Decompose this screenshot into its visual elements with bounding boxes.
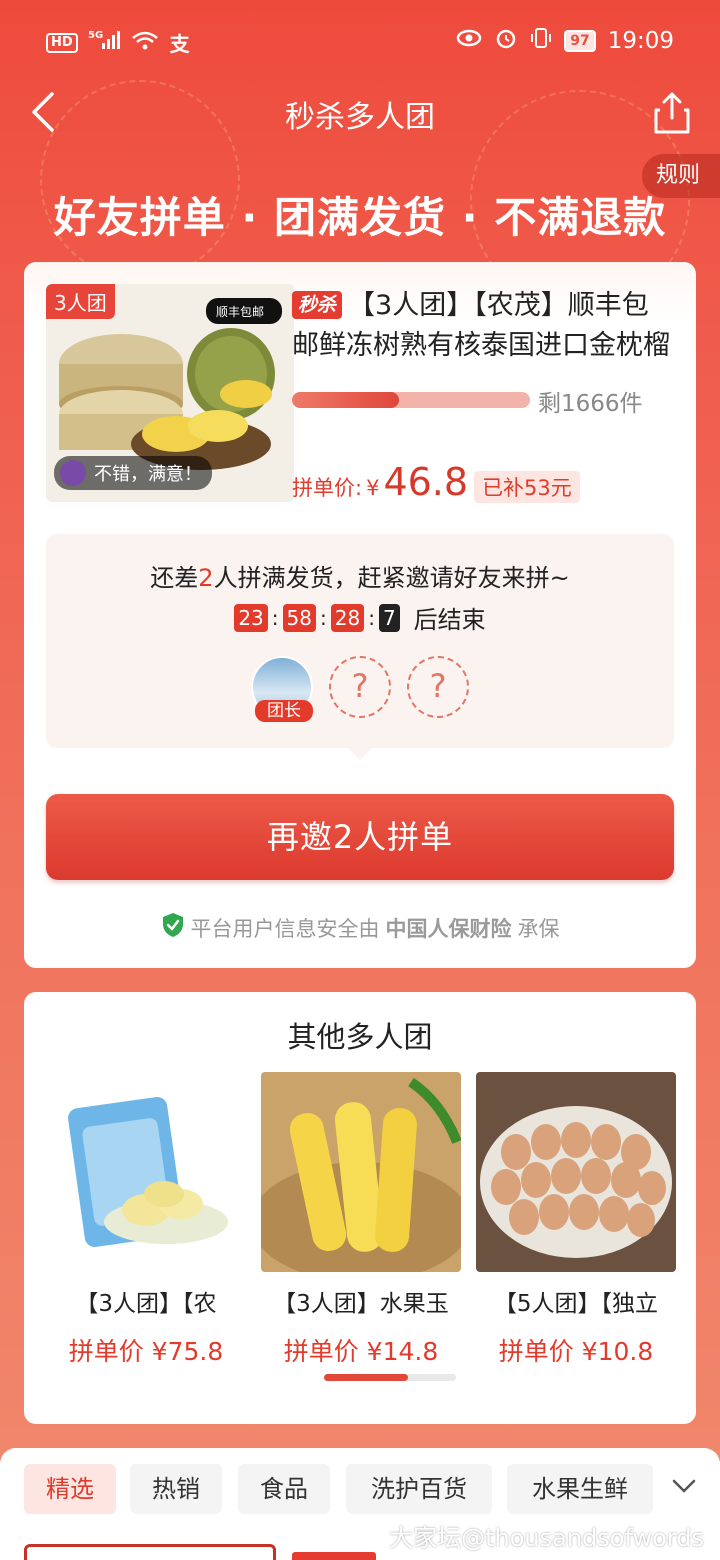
insurer-name: 中国人保财险 <box>385 916 512 941</box>
invite-suffix: 人拼满发货，赶紧邀请好友来拼~ <box>213 564 570 592</box>
review-text: 不错，满意！ <box>94 464 202 485</box>
empty-member-slot[interactable]: ? <box>407 656 469 718</box>
alipay-icon: 支 <box>169 32 190 56</box>
seckill-tag: 秒杀 <box>292 291 343 319</box>
timer-hours: 23 <box>234 603 268 632</box>
security-note: 平台用户信息安全由 中国人保财险 承保 <box>24 912 696 943</box>
signal-icon: 5G <box>88 29 120 56</box>
invite-prefix: 还差 <box>150 564 199 592</box>
group-order-card: 3人团 顺丰包邮 不错，满意！ 秒杀 【3人团】【农茂】顺丰包邮鲜冻树熟有核泰国进… <box>24 262 696 968</box>
timer-seconds: 28 <box>330 603 365 632</box>
group-price: 拼单价: ¥ 46.8 已补53元 <box>292 460 580 504</box>
carousel-scroll-indicator <box>324 1374 456 1381</box>
subsidy-badge: 已补53元 <box>474 471 580 503</box>
other-group-price: 拼单价 ¥14.8 <box>283 1337 439 1366</box>
panel-pointer <box>348 748 372 760</box>
other-group-name: 【5人团】【独立 <box>493 1291 659 1317</box>
empty-member-slot[interactable]: ? <box>329 656 391 718</box>
share-icon[interactable] <box>652 90 692 136</box>
review-bubble: 不错，满意！ <box>54 456 212 490</box>
tab-fresh[interactable]: 水果生鲜 <box>507 1464 653 1514</box>
battery-icon: 97 <box>564 30 596 52</box>
timer-tenths: 7 <box>378 603 400 632</box>
clock: 19:09 <box>607 28 674 54</box>
product-image[interactable]: 3人团 顺丰包邮 不错，满意！ <box>46 284 294 502</box>
remaining-stock: 剩1666件 <box>538 391 643 417</box>
tab-food[interactable]: 食品 <box>238 1464 330 1514</box>
tab-hot[interactable]: 热销 <box>130 1464 222 1514</box>
countdown-timer: 23: 58: 28: 7 后结束 <box>46 600 674 635</box>
slogan-banner: 好友拼单 · 团满发货 · 不满退款 <box>53 193 667 242</box>
stock-progress-fill <box>292 392 400 408</box>
leader-badge: 团长 <box>255 700 313 722</box>
other-group-price: 拼单价 ¥10.8 <box>498 1337 654 1366</box>
eye-icon <box>456 28 482 54</box>
tag-preview-edge <box>292 1552 376 1560</box>
product-title-text: 【3人团】【农茂】顺丰包邮鲜冻树熟有核泰国进口金枕榴莲肉 <box>292 290 670 361</box>
svg-text:顺丰包邮: 顺丰包邮 <box>216 305 264 319</box>
other-groups-card: 其他多人团 【3人团】【农 拼单价 ¥75.8 【3人团】水果玉 拼单价 ¥14… <box>24 992 696 1424</box>
other-group-item[interactable]: 【5人团】【独立 拼单价 ¥10.8 <box>476 1072 676 1368</box>
navigation-bar: 秒杀多人团 <box>0 84 720 140</box>
other-group-image <box>261 1072 461 1272</box>
other-group-price: 拼单价 ¥75.8 <box>68 1337 224 1366</box>
chevron-down-icon[interactable] <box>668 1470 700 1502</box>
other-group-name: 【3人团】水果玉 <box>273 1291 449 1317</box>
other-group-item[interactable]: 【3人团】【农 拼单价 ¥75.8 <box>46 1072 246 1368</box>
security-suffix: 承保 <box>517 916 560 941</box>
tab-featured[interactable]: 精选 <box>24 1464 116 1514</box>
vibrate-icon <box>530 27 552 55</box>
security-prefix: 平台用户信息安全由 <box>190 916 380 941</box>
timer-end-label: 后结束 <box>413 606 486 634</box>
timer-minutes: 58 <box>282 603 316 632</box>
tab-household[interactable]: 洗护百货 <box>346 1464 492 1514</box>
leader-avatar[interactable]: 团长 <box>251 656 313 722</box>
other-group-item[interactable]: 【3人团】水果玉 拼单价 ¥14.8 <box>261 1072 461 1368</box>
group-members: 团长 ? ? <box>46 656 674 722</box>
other-group-image <box>476 1072 676 1272</box>
product-preview-edge <box>24 1544 276 1560</box>
group-size-tag: 3人团 <box>46 284 115 319</box>
alarm-icon <box>494 26 518 56</box>
other-groups-title: 其他多人团 <box>287 1020 433 1054</box>
hd-icon: HD <box>46 32 78 53</box>
watermark: 大家坛@thousandsofwords <box>389 1524 704 1552</box>
status-bar: HD 5G 支 97 19:09 <box>0 0 720 84</box>
currency-symbol: ¥ <box>366 476 380 500</box>
invite-panel: 还差2人拼满发货，赶紧邀请好友来拼~ 23: 58: 28: 7 后结束 团长 … <box>46 534 674 760</box>
svg-text:5G: 5G <box>88 30 103 41</box>
invite-message: 还差2人拼满发货，赶紧邀请好友来拼~ <box>46 558 674 593</box>
shield-check-icon <box>161 912 185 943</box>
missing-count: 2 <box>198 564 214 592</box>
reviewer-avatar <box>60 460 86 486</box>
page-title: 秒杀多人团 <box>285 100 435 135</box>
other-group-image <box>46 1072 246 1272</box>
wifi-icon <box>130 29 160 56</box>
invite-button[interactable]: 再邀2人拼单 <box>46 794 674 880</box>
other-group-name: 【3人团】【农 <box>75 1291 217 1317</box>
price-value: 46.8 <box>383 460 469 504</box>
product-title[interactable]: 秒杀【3人团】【农茂】顺丰包邮鲜冻树熟有核泰国进口金枕榴莲肉 <box>292 286 672 366</box>
stock-progress-bar <box>292 392 530 408</box>
price-label: 拼单价: <box>292 476 363 500</box>
